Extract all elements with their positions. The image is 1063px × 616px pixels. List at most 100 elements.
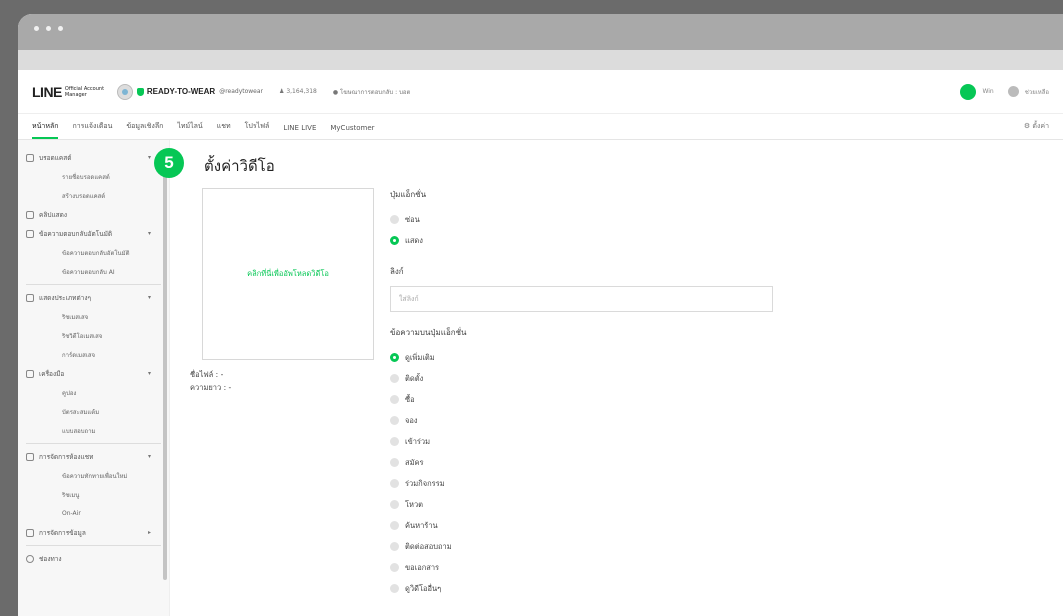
- option-buy[interactable]: ซื้อ: [390, 389, 780, 410]
- sidebar-item-rich[interactable]: แสดงประเภทต่างๆ ▾: [18, 288, 169, 307]
- gear-icon: [26, 554, 34, 563]
- step-badge: 5: [154, 148, 184, 178]
- chevron-down-icon: ▾: [147, 453, 151, 460]
- sidebar-divider: [26, 284, 161, 285]
- action-button-form: ปุ่มแอ็กชั่น ซ่อน แสดง ลิงก์ ใส่ลิงก์ ข้…: [390, 188, 780, 599]
- tab-timeline[interactable]: ไทม์ไลน์: [177, 121, 202, 139]
- sidebar-item-label: แสดงประเภทต่างๆ: [39, 293, 91, 302]
- radio-show[interactable]: แสดง: [390, 230, 780, 251]
- content-area: บรอดแคสต์ ▾ รายชื่อบรอดแคสต์ สร้างบรอดแคส…: [18, 140, 1063, 616]
- sidebar-sub-auto-reply[interactable]: ข้อความตอบกลับอัตโนมัติ: [18, 243, 169, 262]
- browser-toolbar: [18, 50, 1063, 70]
- database-icon: [26, 528, 34, 537]
- tab-profile[interactable]: โปรไฟล์: [245, 121, 270, 139]
- radio-circle: [390, 584, 399, 593]
- option-apply[interactable]: สมัคร: [390, 452, 780, 473]
- tab-mycustomer[interactable]: MyCustomer: [330, 124, 374, 139]
- sidebar-sub-broadcast-list[interactable]: รายชื่อบรอดแคสต์: [18, 167, 169, 186]
- settings-link[interactable]: ⚙ ตั้งค่า: [1024, 121, 1049, 139]
- radio-circle: [390, 416, 399, 425]
- option-see-more[interactable]: ดูเพิ่มเติม: [390, 347, 780, 368]
- sidebar-item-broadcast[interactable]: บรอดแคสต์ ▾: [18, 148, 169, 167]
- account-avatar[interactable]: [116, 83, 133, 100]
- chevron-down-icon: ▾: [147, 154, 151, 161]
- link-label: ลิงก์: [390, 267, 404, 276]
- chevron-down-icon: ▾: [147, 294, 151, 301]
- radio-label: ค้นหาร้าน: [405, 520, 438, 530]
- help-icon[interactable]: [1007, 86, 1019, 97]
- radio-label: เข้าร่วม: [405, 436, 431, 446]
- tab-insights[interactable]: ข้อมูลเชิงลึก: [126, 121, 163, 139]
- radio-circle: [390, 542, 399, 551]
- maximize-dot[interactable]: [58, 26, 63, 31]
- tab-line-live[interactable]: LINE LIVE: [283, 124, 316, 139]
- sidebar-item-label: เครื่องมือ: [39, 369, 65, 378]
- option-contact[interactable]: ติดต่อสอบถาม: [390, 536, 780, 557]
- close-dot[interactable]: [34, 26, 39, 31]
- sidebar-sub-greeting[interactable]: ข้อความทักทายเพื่อนใหม่: [18, 466, 169, 485]
- account-name[interactable]: READY-TO-WEAR: [147, 87, 215, 96]
- radio-label: แสดง: [405, 235, 423, 245]
- radio-label: ขอเอกสาร: [405, 562, 440, 572]
- sidebar-sub-ai-reply[interactable]: ข้อความตอบกลับ AI: [18, 262, 169, 281]
- sidebar-item-label: ข้อความตอบกลับอัตโนมัติ: [39, 229, 113, 238]
- video-settings-panel: 5 ตั้งค่าวิดีโอ คลิกที่นี่เพื่ออัพโหลดวิ…: [154, 140, 1063, 616]
- sidebar-item-label: บรอดแคสต์: [39, 153, 72, 162]
- option-more-videos[interactable]: ดูวิดีโออื่นๆ: [390, 578, 780, 599]
- plan-status: ● โฆษณาการตอบกลับ : บอต: [332, 88, 411, 96]
- upload-video-link[interactable]: คลิกที่นี่เพื่ออัพโหลดวิดีโอ: [247, 268, 329, 280]
- option-book[interactable]: จอง: [390, 410, 780, 431]
- sidebar-item-insights[interactable]: คลิปแสดง: [18, 205, 169, 224]
- radio-circle: [390, 563, 399, 572]
- radio-circle-selected: [390, 236, 399, 245]
- plus-square-icon: [26, 293, 34, 302]
- link-input[interactable]: ใส่ลิงก์: [390, 286, 773, 312]
- sidebar-item-data-mgmt[interactable]: การจัดการข้อมูล ▸: [18, 523, 169, 542]
- sidebar-sub-broadcast-create[interactable]: สร้างบรอดแคสต์: [18, 186, 169, 205]
- sidebar-sub-on-air[interactable]: On-Air: [18, 504, 169, 523]
- sidebar-item-label: การจัดการข้อมูล: [39, 528, 86, 537]
- radio-label: ติดต่อสอบถาม: [405, 541, 452, 551]
- minimize-dot[interactable]: [46, 26, 51, 31]
- sidebar-sub-survey[interactable]: แบบสอบถาม: [18, 421, 169, 440]
- sidebar-item-label: ช่องทาง: [39, 554, 62, 563]
- settings-label: ตั้งค่า: [1032, 122, 1049, 130]
- sidebar-item-footer[interactable]: ช่องทาง: [18, 549, 169, 568]
- radio-label: ซ่อน: [405, 214, 420, 224]
- sidebar: บรอดแคสต์ ▾ รายชื่อบรอดแคสต์ สร้างบรอดแคส…: [18, 140, 170, 616]
- browser-titlebar: [18, 14, 1063, 50]
- option-vote[interactable]: โหวต: [390, 494, 780, 515]
- sidebar-item-auto-reply[interactable]: ข้อความตอบกลับอัตโนมัติ ▾: [18, 224, 169, 243]
- tab-home[interactable]: หน้าหลัก: [32, 121, 59, 139]
- sidebar-sub-reward-card[interactable]: บัตรสะสมแต้ม: [18, 402, 169, 421]
- option-join[interactable]: เข้าร่วม: [390, 431, 780, 452]
- option-request-docs[interactable]: ขอเอกสาร: [390, 557, 780, 578]
- option-participate[interactable]: ร่วมกิจกรรม: [390, 473, 780, 494]
- chevron-right-icon: ▸: [147, 529, 151, 536]
- tab-notifications[interactable]: การแจ้งเตือน: [72, 121, 112, 139]
- plan-value: โฆษณาการตอบกลับ : บอต: [340, 88, 411, 96]
- header-right: Win ช่วยเหลือ: [960, 83, 1049, 100]
- tab-chat[interactable]: แชท: [217, 121, 231, 139]
- sidebar-item-tools[interactable]: เครื่องมือ ▾: [18, 364, 169, 383]
- sidebar-sub-rich-video[interactable]: ริชวิดีโอเมสเสจ: [18, 326, 169, 345]
- sidebar-sub-coupon[interactable]: คูปอง: [18, 383, 169, 402]
- button-text-label: ข้อความบนปุ่มแอ็กชั่น: [390, 328, 467, 337]
- sidebar-item-chat-mgmt[interactable]: การจัดการห้องแชท ▾: [18, 447, 169, 466]
- account-handle: @readytowear: [219, 88, 264, 95]
- option-find-store[interactable]: ค้นหาร้าน: [390, 515, 780, 536]
- verified-shield-icon: [136, 87, 144, 96]
- radio-circle: [390, 215, 399, 224]
- option-install[interactable]: ติดตั้ง: [390, 368, 780, 389]
- radio-circle: [390, 458, 399, 467]
- help-label[interactable]: ช่วยเหลือ: [1025, 87, 1049, 97]
- chart-icon: [26, 210, 34, 219]
- user-avatar[interactable]: [960, 83, 977, 100]
- radio-circle: [390, 374, 399, 383]
- video-upload-area[interactable]: คลิกที่นี่เพื่ออัพโหลดวิดีโอ: [202, 188, 374, 360]
- radio-hide[interactable]: ซ่อน: [390, 209, 780, 230]
- sidebar-sub-card-message[interactable]: การ์ดเมสเสจ: [18, 345, 169, 364]
- sidebar-sub-rich-message[interactable]: ริชเมสเสจ: [18, 307, 169, 326]
- user-name[interactable]: Win: [982, 88, 993, 95]
- sidebar-sub-rich-menu[interactable]: ริชเมนู: [18, 485, 169, 504]
